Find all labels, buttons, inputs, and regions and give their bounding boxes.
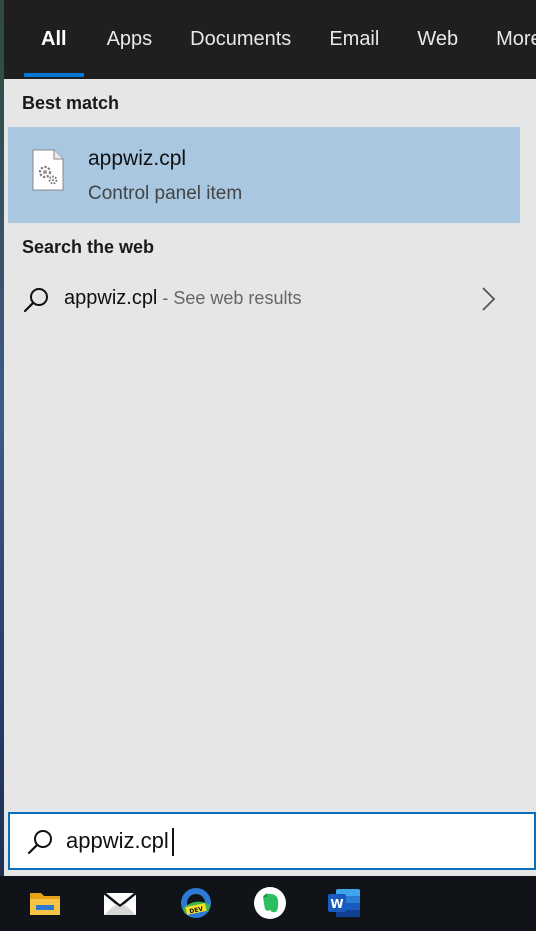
svg-text:W: W	[330, 897, 343, 911]
filter-tabs: All Apps Documents Email Web More	[4, 0, 536, 79]
search-box-icon	[27, 830, 52, 855]
best-match-title: appwiz.cpl	[88, 147, 187, 170]
tab-web[interactable]: Web	[398, 0, 477, 79]
word-icon[interactable]: W	[326, 885, 362, 921]
best-match-result[interactable]: appwiz.cpl Control panel item	[8, 127, 520, 223]
tab-documents-label: Documents	[190, 28, 292, 50]
active-tab-indicator	[24, 73, 84, 77]
tab-apps[interactable]: Apps	[88, 0, 172, 79]
web-result-text: appwiz.cpl - See web results	[64, 287, 301, 310]
tab-email-label: Email	[329, 28, 380, 50]
best-match-heading: Best match	[22, 93, 120, 113]
search-icon	[23, 288, 48, 313]
tab-more[interactable]: More	[477, 0, 536, 79]
tab-apps-label: Apps	[106, 28, 153, 50]
text-caret	[172, 828, 174, 856]
search-web-heading: Search the web	[22, 237, 155, 257]
best-match-subtitle: Control panel item	[88, 183, 243, 204]
tab-email[interactable]: Email	[310, 0, 398, 79]
tab-documents[interactable]: Documents	[171, 0, 310, 79]
evernote-icon[interactable]	[252, 885, 288, 921]
tab-all[interactable]: All	[4, 0, 88, 79]
mail-icon[interactable]	[102, 885, 138, 921]
web-result[interactable]: appwiz.cpl - See web results	[8, 270, 520, 328]
search-box[interactable]	[8, 812, 536, 870]
edge-dev-icon[interactable]: DEV	[178, 885, 214, 921]
tab-all-label: All	[41, 28, 67, 50]
search-input[interactable]	[66, 820, 506, 862]
search-panel: All Apps Documents Email Web More Best m…	[4, 0, 536, 876]
tab-more-label: More	[496, 28, 536, 50]
web-suffix: - See web results	[157, 288, 302, 308]
chevron-right-icon[interactable]	[480, 286, 496, 312]
web-query: appwiz.cpl	[64, 287, 158, 309]
tab-web-label: Web	[417, 28, 459, 50]
file-explorer-icon[interactable]	[27, 885, 63, 921]
settings-file-icon	[32, 149, 64, 191]
taskbar: DEV W	[0, 876, 536, 931]
